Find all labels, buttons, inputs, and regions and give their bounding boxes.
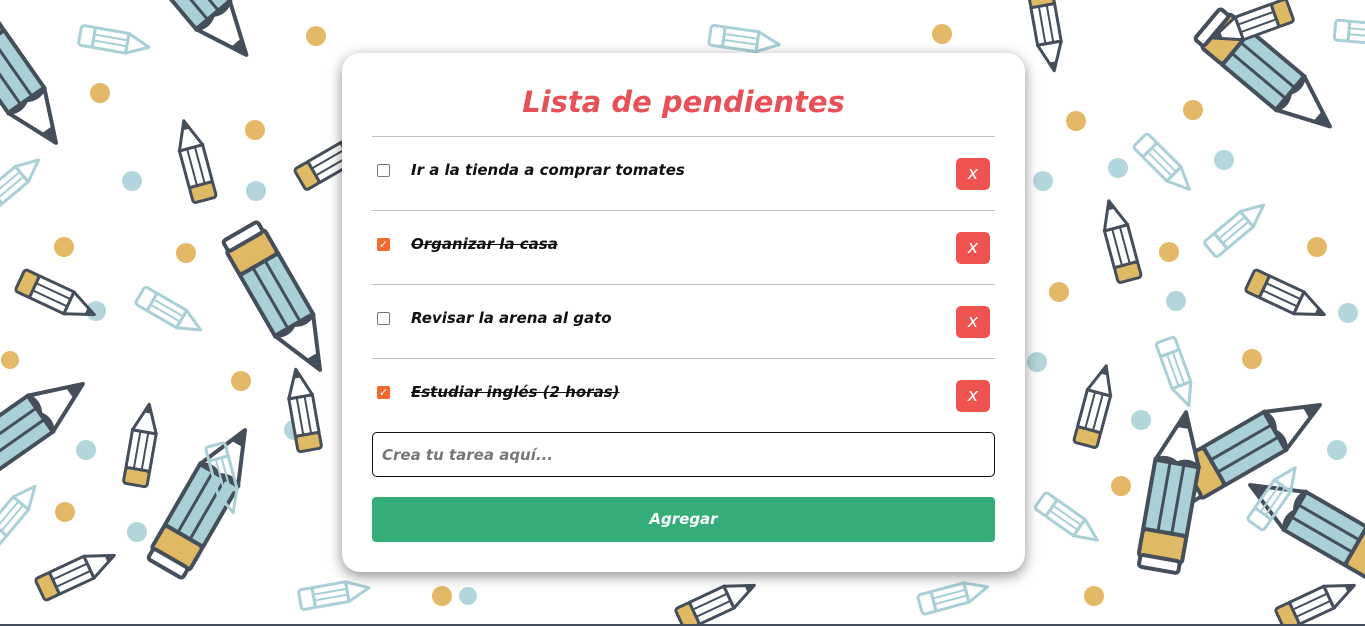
close-icon: x xyxy=(967,311,979,332)
close-icon: x xyxy=(967,237,979,258)
task-label: Ir a la tienda a comprar tomates xyxy=(411,161,685,179)
delete-task-button[interactable]: x xyxy=(956,158,990,190)
task-item: Revisar la arena al gato x xyxy=(372,285,995,359)
task-checkbox[interactable]: ✓ xyxy=(377,386,390,399)
task-item: ✓ Estudiar inglés (2 horas) x xyxy=(372,359,995,433)
task-label: Organizar la casa xyxy=(411,235,558,253)
task-checkbox[interactable]: ✓ xyxy=(377,238,390,251)
task-label: Revisar la arena al gato xyxy=(411,309,612,327)
check-icon: ✓ xyxy=(378,386,389,399)
close-icon: x xyxy=(967,163,979,184)
delete-task-button[interactable]: x xyxy=(956,306,990,338)
task-item: Ir a la tienda a comprar tomates x xyxy=(372,137,995,211)
close-icon: x xyxy=(967,385,979,406)
delete-task-button[interactable]: x xyxy=(956,232,990,264)
task-checkbox[interactable] xyxy=(377,312,390,325)
add-task-button[interactable]: Agregar xyxy=(372,497,995,542)
task-label: Estudiar inglés (2 horas) xyxy=(411,383,620,401)
task-item: ✓ Organizar la casa x xyxy=(372,211,995,285)
check-icon: ✓ xyxy=(378,238,389,251)
delete-task-button[interactable]: x xyxy=(956,380,990,412)
todo-card: Lista de pendientes Ir a la tienda a com… xyxy=(342,53,1025,572)
page-title: Lista de pendientes xyxy=(522,85,845,119)
new-task-input[interactable] xyxy=(372,432,995,477)
task-checkbox[interactable] xyxy=(377,164,390,177)
